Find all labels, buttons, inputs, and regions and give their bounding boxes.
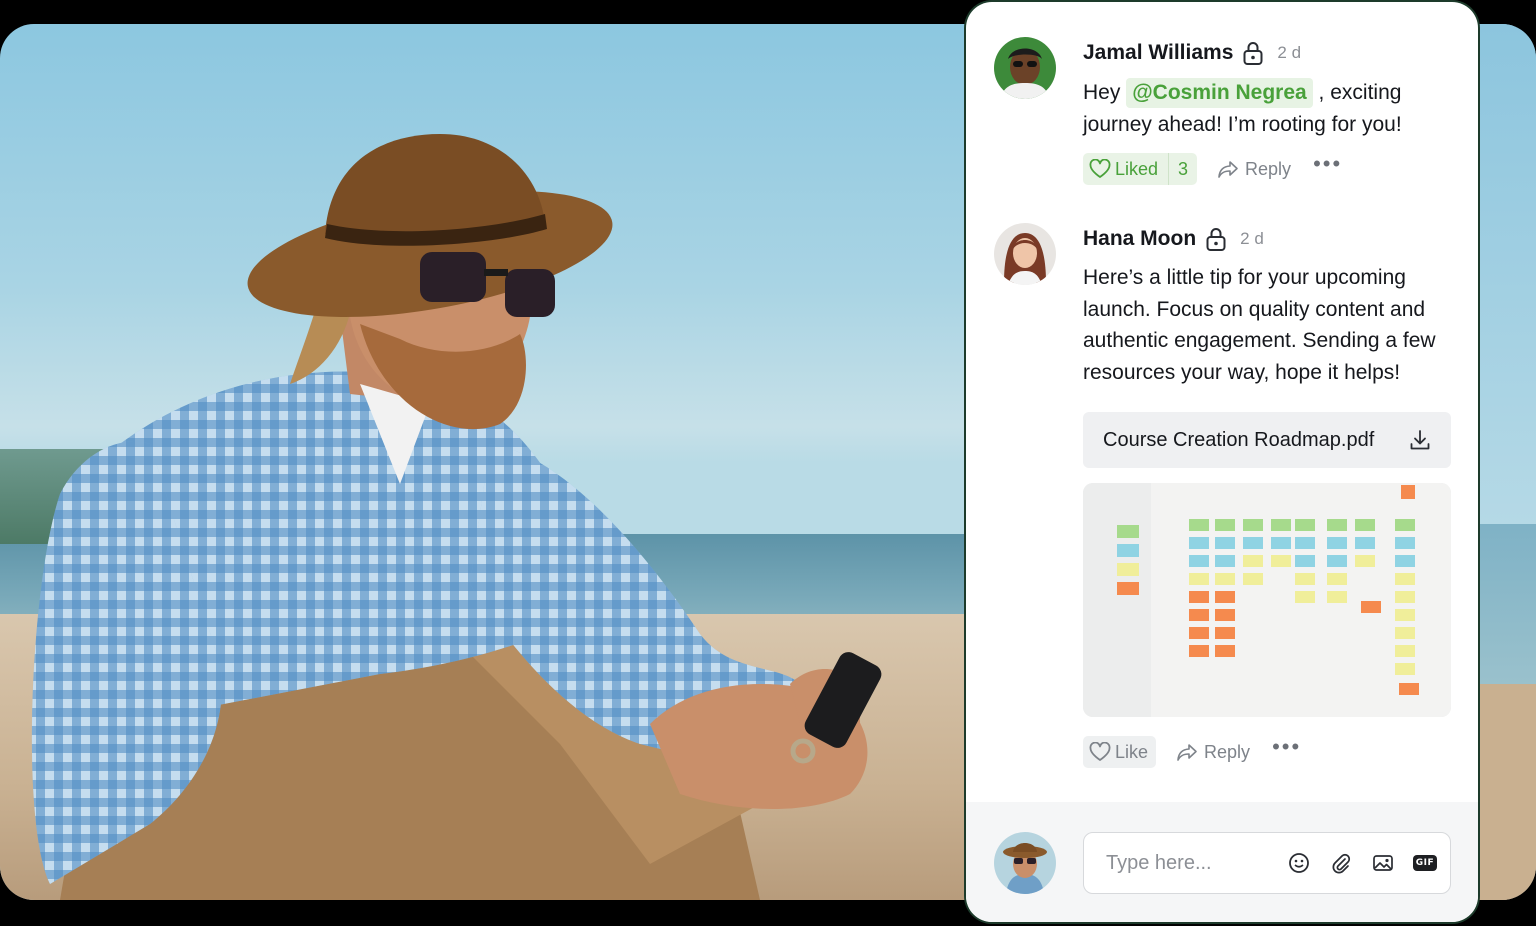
download-icon[interactable] <box>1409 429 1431 451</box>
reply-button[interactable]: Reply <box>1217 159 1291 180</box>
current-user-avatar[interactable] <box>994 832 1056 894</box>
heart-icon <box>1089 159 1111 178</box>
sky-strip <box>1470 24 1536 524</box>
reply-button[interactable]: Reply <box>1176 742 1250 763</box>
like-button[interactable]: Liked 3 <box>1083 153 1198 185</box>
emoji-icon[interactable] <box>1286 850 1312 876</box>
like-label: Liked <box>1115 158 1159 179</box>
comment-header: Hana Moon 2 d <box>1083 226 1264 252</box>
sea-strip <box>1470 524 1536 704</box>
timestamp: 2 d <box>1277 43 1302 62</box>
lock-icon <box>1243 42 1263 65</box>
reply-arrow-icon <box>1177 744 1197 761</box>
more-dots-icon[interactable]: ••• <box>1313 153 1342 179</box>
gif-label: GIF <box>1412 855 1438 871</box>
comment-input[interactable] <box>1104 850 1270 876</box>
comment-actions: Liked 3 Reply ••• <box>1083 153 1342 185</box>
timestamp: 2 d <box>1240 229 1264 248</box>
like-count: 3 <box>1168 153 1197 185</box>
sand-strip <box>1470 684 1536 900</box>
attachment-file[interactable]: Course Creation Roadmap.pdf <box>1083 412 1451 468</box>
author-name[interactable]: Jamal Williams <box>1083 41 1233 65</box>
attachment-name: Course Creation Roadmap.pdf <box>1103 428 1375 451</box>
more-dots-icon[interactable]: ••• <box>1272 736 1301 762</box>
avatar[interactable] <box>994 37 1056 99</box>
attach-icon[interactable] <box>1328 850 1354 876</box>
comment-text: Hey @Cosmin Negrea , exciting journey ah… <box>1083 77 1453 140</box>
reply-arrow-icon <box>1218 161 1238 178</box>
sticky-note-board-image[interactable] <box>1083 483 1451 717</box>
comment-input-box: GIF <box>1083 832 1451 894</box>
comment-panel: Jamal Williams 2 d Hey @Cosmin Negrea , … <box>966 2 1478 922</box>
man-with-phone-illustration <box>31 134 882 900</box>
lock-icon <box>1206 228 1226 251</box>
gif-icon[interactable]: GIF <box>1412 850 1438 876</box>
like-button[interactable]: Like <box>1083 736 1157 768</box>
comment-header: Jamal Williams 2 d <box>1083 40 1301 66</box>
comment-text: Here’s a little tip for your upcoming la… <box>1083 266 1436 384</box>
avatar[interactable] <box>994 223 1056 285</box>
image-icon[interactable] <box>1370 850 1396 876</box>
heart-icon <box>1089 742 1111 761</box>
author-name[interactable]: Hana Moon <box>1083 227 1196 251</box>
text-segment: Hey <box>1083 81 1127 104</box>
mention-link[interactable]: @Cosmin Negrea <box>1126 78 1313 108</box>
comment-actions: Like Reply ••• <box>1083 736 1301 768</box>
comment-composer: GIF <box>966 802 1478 922</box>
reply-label: Reply <box>1245 158 1292 179</box>
like-label: Like <box>1115 741 1149 762</box>
reply-label: Reply <box>1204 741 1251 762</box>
